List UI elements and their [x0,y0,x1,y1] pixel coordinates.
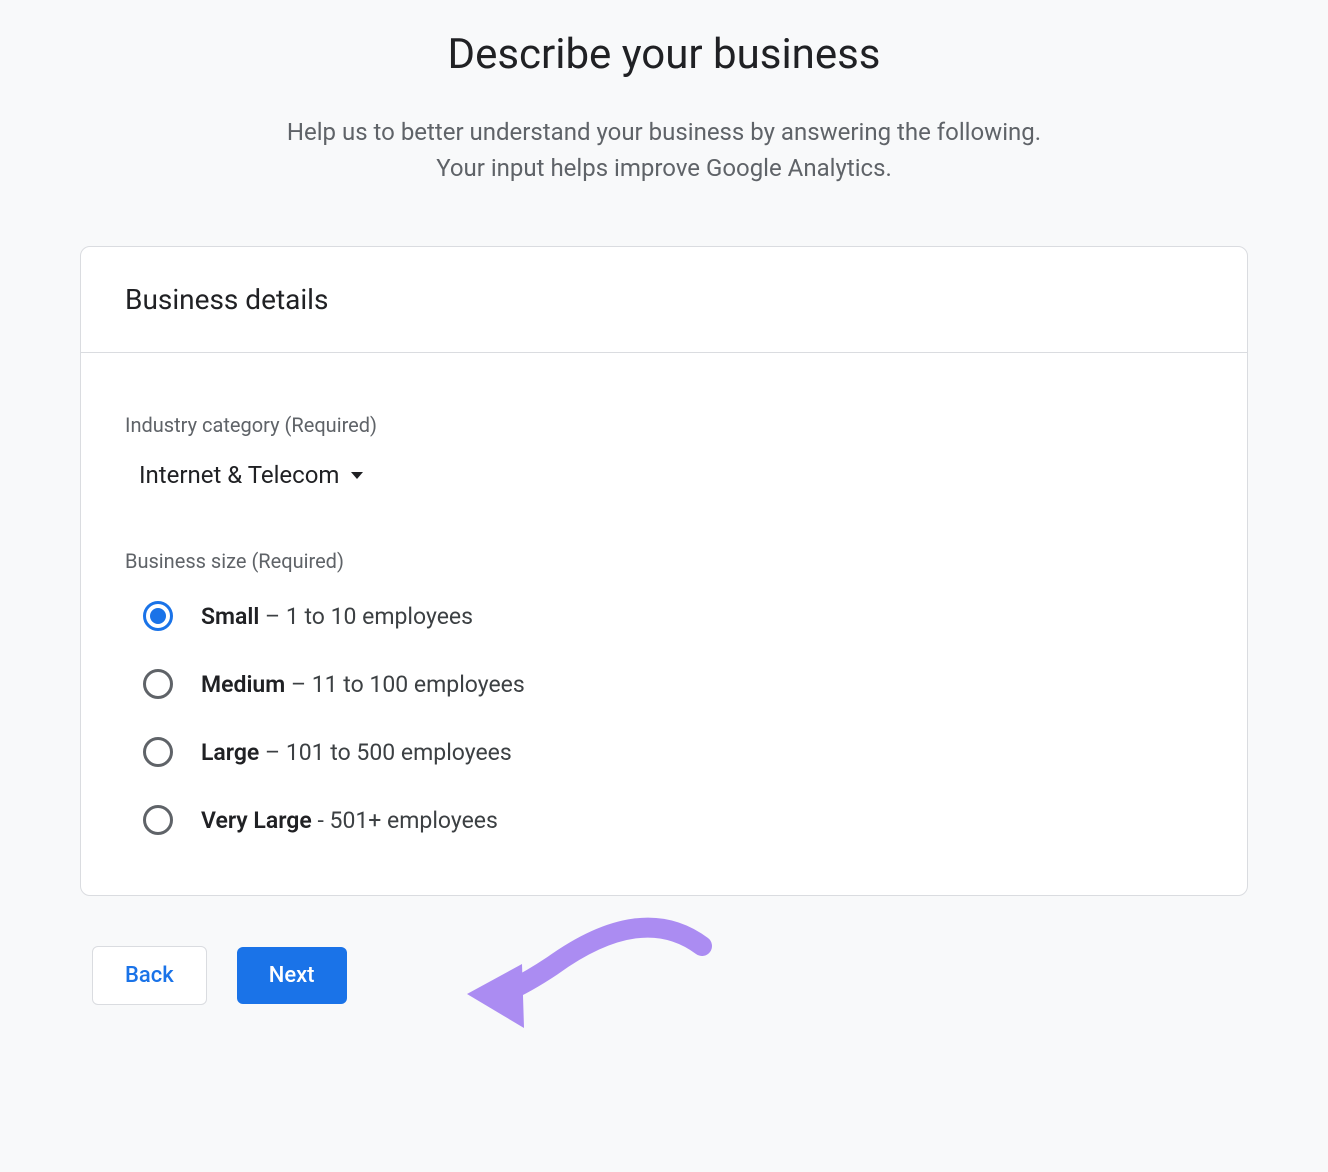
business-size-radio-group: Small – 1 to 10 employees Medium – 11 to… [143,601,1203,835]
business-details-card: Business details Industry category (Requ… [80,246,1248,896]
radio-label: Small – 1 to 10 employees [201,603,473,630]
radio-label: Large – 101 to 500 employees [201,739,512,766]
radio-icon [143,737,173,767]
card-header: Business details [81,247,1247,353]
annotation-arrow-icon [462,916,722,1056]
radio-icon [143,805,173,835]
industry-dropdown-value: Internet & Telecom [139,461,339,489]
radio-label: Very Large - 501+ employees [201,807,498,834]
industry-dropdown[interactable]: Internet & Telecom [139,461,363,489]
back-button[interactable]: Back [92,946,207,1005]
radio-option-large[interactable]: Large – 101 to 500 employees [143,737,1203,767]
caret-down-icon [351,472,363,479]
button-row: Back Next [92,946,1248,1005]
page-header: Describe your business Help us to better… [80,30,1248,186]
card-title: Business details [125,283,1203,316]
radio-option-small[interactable]: Small – 1 to 10 employees [143,601,1203,631]
next-button[interactable]: Next [237,947,347,1004]
business-size-label: Business size (Required) [125,549,1203,573]
page-subtitle: Help us to better understand your busine… [80,114,1248,186]
radio-option-very-large[interactable]: Very Large - 501+ employees [143,805,1203,835]
card-body: Industry category (Required) Internet & … [81,353,1247,895]
radio-option-medium[interactable]: Medium – 11 to 100 employees [143,669,1203,699]
radio-icon [143,601,173,631]
radio-icon [143,669,173,699]
page-title: Describe your business [80,30,1248,79]
subtitle-line-2: Your input helps improve Google Analytic… [436,154,892,182]
industry-label: Industry category (Required) [125,413,1203,437]
radio-label: Medium – 11 to 100 employees [201,671,525,698]
subtitle-line-1: Help us to better understand your busine… [287,118,1041,146]
